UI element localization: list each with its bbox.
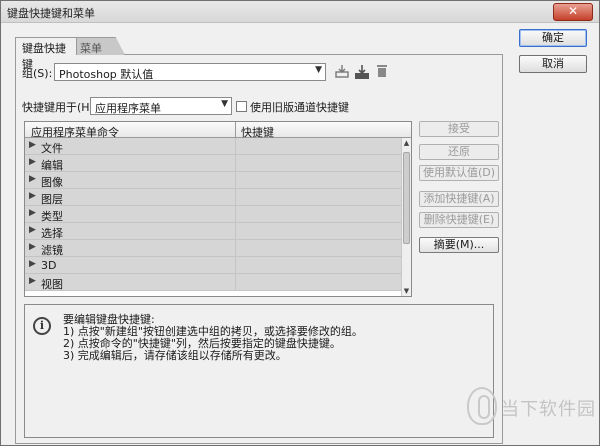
new-set-icon[interactable] [354,64,370,80]
chevron-down-icon: ▼ [221,99,228,109]
table-row[interactable]: ▶ 选择 [25,223,401,240]
row-label: 图像 [41,176,63,189]
tab-menus[interactable]: 菜单 [73,37,125,55]
expand-triangle-icon[interactable]: ▶ [29,276,36,286]
tab-keyboard-shortcuts[interactable]: 键盘快捷键 [15,37,77,71]
row-label: 文件 [41,142,63,155]
cell-divider [235,138,236,155]
scroll-thumb[interactable] [403,152,410,244]
row-label: 视图 [41,278,63,291]
group-select[interactable]: Photoshop 默认值 ▼ [54,63,326,81]
shortcuts-panel: 组(S): Photoshop 默认值 ▼ 快捷键用于(H): 应用程序菜单 ▼… [15,54,503,444]
delete-shortcut-button[interactable]: 删除快捷键(E) [419,212,499,228]
cell-divider [235,257,236,274]
use-default-button[interactable]: 使用默认值(D) [419,165,499,181]
table-row[interactable]: ▶ 文件 [25,138,401,155]
title-bar[interactable]: 键盘快捷键和菜单 ✕ [1,1,599,23]
dialog-window: 键盘快捷键和菜单 ✕ 键盘快捷键 菜单 组(S): Photoshop 默认值 … [0,0,600,446]
delete-set-icon[interactable] [374,64,390,80]
row-label: 选择 [41,227,63,240]
legacy-channel-shortcuts-label: 使用旧版通道快捷键 [250,101,349,114]
undo-button[interactable]: 还原 [419,144,499,160]
row-label: 图层 [41,193,63,206]
info-line: 3) 完成编辑后，请存储该组以存储所有更改。 [63,349,287,362]
shortcut-for-select[interactable]: 应用程序菜单 ▼ [90,97,232,115]
shortcuts-table: 应用程序菜单命令 快捷键 ▶ 文件 ▶ 编辑 ▶ 图像 ▶ 图层 ▶ 类型 ▶ 选择 ▶ 滤镜… [24,121,412,297]
expand-triangle-icon[interactable]: ▶ [29,174,36,184]
shortcut-for-select-value: 应用程序菜单 [95,102,161,115]
save-set-icon[interactable] [334,64,350,80]
expand-triangle-icon[interactable]: ▶ [29,259,36,269]
table-row[interactable]: ▶ 类型 [25,206,401,223]
cell-divider [235,172,236,189]
table-header: 应用程序菜单命令 快捷键 [25,122,411,139]
window-title: 键盘快捷键和菜单 [7,7,95,20]
add-shortcut-button[interactable]: 添加快捷键(A) [419,191,499,207]
table-row[interactable]: ▶ 视图 [25,274,401,291]
table-row[interactable]: ▶ 编辑 [25,155,401,172]
cell-divider [235,155,236,172]
expand-triangle-icon[interactable]: ▶ [29,140,36,150]
scroll-down-arrow-icon[interactable]: ▼ [402,286,411,296]
group-select-value: Photoshop 默认值 [59,68,154,81]
table-row[interactable]: ▶ 滤镜 [25,240,401,257]
cell-divider [235,240,236,257]
table-row[interactable]: ▶ 图像 [25,172,401,189]
legacy-channel-shortcuts-checkbox[interactable] [236,101,247,112]
expand-triangle-icon[interactable]: ▶ [29,225,36,235]
watermark-logo-icon [467,387,497,425]
row-label: 3D [41,259,57,272]
expand-triangle-icon[interactable]: ▶ [29,157,36,167]
row-label: 类型 [41,210,63,223]
expand-triangle-icon[interactable]: ▶ [29,242,36,252]
cell-divider [235,223,236,240]
info-box: i 要编辑键盘快捷键: 1) 点按"新建组"按钮创建选中组的拷贝，或选择要修改的… [24,304,494,438]
cell-divider [235,206,236,223]
row-label: 滤镜 [41,244,63,257]
table-scrollbar[interactable]: ▲ ▼ [401,138,411,296]
table-rows: ▶ 文件 ▶ 编辑 ▶ 图像 ▶ 图层 ▶ 类型 ▶ 选择 ▶ 滤镜 ▶ 3D ▶ 视图 [25,138,401,296]
shortcut-for-label: 快捷键用于(H): [22,101,98,114]
cell-divider [235,274,236,291]
cancel-button[interactable]: 取消 [519,55,587,73]
cell-divider [235,189,236,206]
close-button[interactable]: ✕ [553,3,593,21]
watermark-text: 当下软件园 [501,399,596,420]
expand-triangle-icon[interactable]: ▶ [29,208,36,218]
dialog-client: 键盘快捷键 菜单 组(S): Photoshop 默认值 ▼ 快捷键用于(H):… [1,23,599,445]
info-icon: i [33,317,51,335]
ok-button[interactable]: 确定 [519,29,587,47]
chevron-down-icon: ▼ [315,65,322,75]
accept-button[interactable]: 接受 [419,121,499,137]
row-label: 编辑 [41,159,63,172]
watermark: 当下软件园 [467,387,597,427]
scroll-up-arrow-icon[interactable]: ▲ [402,138,411,148]
summary-button[interactable]: 摘要(M)... [419,237,499,253]
table-row[interactable]: ▶ 图层 [25,189,401,206]
table-row[interactable]: ▶ 3D [25,257,401,274]
expand-triangle-icon[interactable]: ▶ [29,191,36,201]
column-divider[interactable] [235,122,236,138]
